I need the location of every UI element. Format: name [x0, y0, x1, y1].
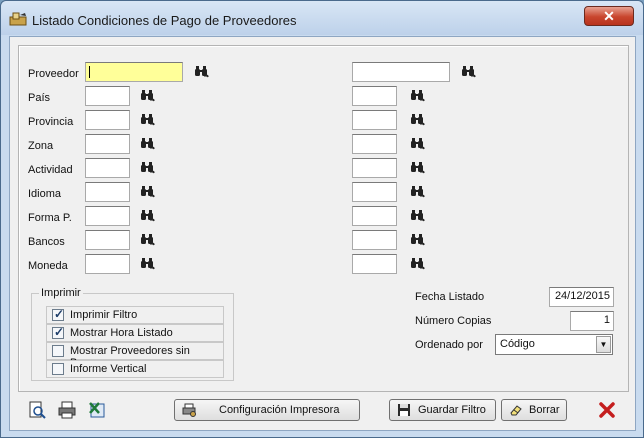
filter-label-forma-p: Forma P.	[28, 212, 72, 224]
filter-label-moneda: Moneda	[28, 260, 68, 272]
filter-label-provincia: Provincia	[28, 116, 74, 128]
filter-from-bancos[interactable]	[85, 230, 130, 250]
filter-from-moneda[interactable]	[85, 254, 130, 274]
option-label: Informe Vertical	[70, 363, 147, 375]
app-icon	[9, 12, 27, 26]
save-filter-label: Guardar Filtro	[418, 404, 486, 416]
option-mostrar-sin-banco[interactable]: Mostrar Proveedores sin Banco	[46, 342, 224, 369]
clear-button[interactable]: Borrar	[501, 399, 567, 421]
option-imprimir-filtro[interactable]: ✓ Imprimir Filtro	[46, 306, 224, 324]
filter-label-proveedor: Proveedor	[28, 68, 79, 80]
filter-to-zona[interactable]	[352, 134, 397, 154]
filter-to-forma-p[interactable]	[352, 206, 397, 226]
filter-label-pa-s: País	[28, 92, 51, 104]
check-icon: ✓	[54, 307, 65, 321]
binoculars-icon[interactable]	[140, 234, 156, 246]
orden-selected-value: Código	[500, 338, 535, 350]
binoculars-icon[interactable]	[410, 186, 426, 198]
chevron-down-icon[interactable]: ▼	[596, 336, 611, 353]
option-label: Mostrar Hora Listado	[70, 327, 173, 339]
binoculars-icon[interactable]	[140, 258, 156, 270]
fecha-label: Fecha Listado	[415, 291, 485, 303]
option-mostrar-hora[interactable]: ✓ Mostrar Hora Listado	[46, 324, 224, 342]
filter-to-proveedor[interactable]	[352, 62, 450, 82]
option-label: Imprimir Filtro	[70, 309, 138, 321]
check-icon: ✓	[54, 325, 65, 339]
print-preview-icon[interactable]	[28, 401, 46, 419]
orden-select[interactable]: Código ▼	[495, 334, 613, 355]
binoculars-icon[interactable]	[140, 138, 156, 150]
filter-label-actividad: Actividad	[28, 164, 73, 176]
text-caret	[89, 66, 90, 78]
config-printer-label: Configuración Impresora	[219, 404, 340, 416]
filter-to-idioma[interactable]	[352, 182, 397, 202]
copias-label: Número Copias	[415, 315, 492, 327]
binoculars-icon[interactable]	[140, 210, 156, 222]
print-options-title: Imprimir	[39, 287, 83, 299]
filter-to-actividad[interactable]	[352, 158, 397, 178]
binoculars-icon[interactable]	[140, 114, 156, 126]
filter-label-idioma: Idioma	[28, 188, 62, 200]
copias-field[interactable]: 1	[570, 311, 614, 331]
filter-from-idioma[interactable]	[85, 182, 130, 202]
binoculars-icon[interactable]	[410, 162, 426, 174]
filter-from-pa-s[interactable]	[85, 86, 130, 106]
checkbox[interactable]	[52, 345, 64, 357]
binoculars-icon[interactable]	[194, 66, 210, 78]
binoculars-icon[interactable]	[410, 114, 426, 126]
filter-from-proveedor[interactable]	[85, 62, 183, 82]
binoculars-icon[interactable]	[140, 90, 156, 102]
filter-to-bancos[interactable]	[352, 230, 397, 250]
checkbox[interactable]	[52, 363, 64, 375]
eraser-icon	[510, 405, 522, 416]
binoculars-icon[interactable]	[140, 162, 156, 174]
binoculars-icon[interactable]	[410, 138, 426, 150]
binoculars-icon[interactable]	[140, 186, 156, 198]
filter-from-forma-p[interactable]	[85, 206, 130, 226]
fecha-field[interactable]: 24/12/2015	[549, 287, 614, 307]
filter-from-provincia[interactable]	[85, 110, 130, 130]
binoculars-icon[interactable]	[410, 210, 426, 222]
title-bar[interactable]: Listado Condiciones de Pago de Proveedor…	[1, 1, 643, 35]
window-close-button[interactable]: ✕	[584, 6, 634, 26]
binoculars-icon[interactable]	[461, 66, 477, 78]
excel-export-icon[interactable]	[88, 401, 106, 419]
printer-config-icon	[182, 403, 196, 417]
binoculars-icon[interactable]	[410, 258, 426, 270]
filter-label-zona: Zona	[28, 140, 54, 152]
checkbox[interactable]: ✓	[52, 307, 65, 321]
filter-to-moneda[interactable]	[352, 254, 397, 274]
dialog-window: Listado Condiciones de Pago de Proveedor…	[0, 0, 644, 438]
option-informe-vertical[interactable]: Informe Vertical	[46, 360, 224, 378]
filter-to-pa-s[interactable]	[352, 86, 397, 106]
binoculars-icon[interactable]	[410, 90, 426, 102]
filter-from-zona[interactable]	[85, 134, 130, 154]
clear-label: Borrar	[529, 404, 560, 416]
orden-label: Ordenado por	[415, 339, 483, 351]
save-filter-button[interactable]: Guardar Filtro	[389, 399, 496, 421]
binoculars-icon[interactable]	[410, 234, 426, 246]
printer-icon[interactable]	[58, 401, 76, 419]
checkbox[interactable]: ✓	[52, 325, 65, 339]
filter-from-actividad[interactable]	[85, 158, 130, 178]
exit-icon[interactable]	[598, 401, 616, 419]
window-title: Listado Condiciones de Pago de Proveedor…	[32, 13, 297, 28]
floppy-disk-icon	[398, 404, 410, 416]
filter-to-provincia[interactable]	[352, 110, 397, 130]
filter-label-bancos: Bancos	[28, 236, 65, 248]
config-printer-button[interactable]: Configuración Impresora	[174, 399, 360, 421]
